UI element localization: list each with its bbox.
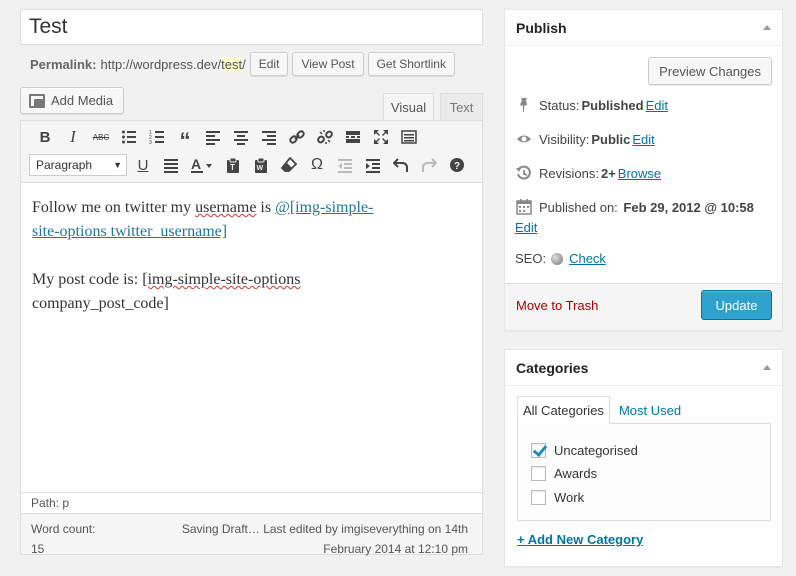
autosave-status: Saving Draft… Last edited by imgiseveryt… xyxy=(181,522,468,556)
update-button[interactable]: Update xyxy=(701,290,772,320)
eye-icon xyxy=(515,130,533,148)
post-editor: B I ABC 123 “ Paragraph ▼ U A T W Ω ? Fo… xyxy=(20,120,483,556)
published-on-row: Published on: Feb 29, 2012 @ 10:58 Edit xyxy=(515,198,754,235)
content-paragraph-1: Follow me on twitter my username is @[im… xyxy=(32,199,374,240)
editor-path: Path: p xyxy=(21,492,482,513)
blockquote-icon[interactable]: “ xyxy=(171,125,199,152)
indent-icon[interactable] xyxy=(359,153,387,177)
fullscreen-icon[interactable] xyxy=(367,125,395,149)
numbered-list-icon[interactable]: 123 xyxy=(143,125,171,149)
post-title-input[interactable]: Test xyxy=(20,9,483,45)
word-count: Word count: 15 xyxy=(31,522,96,556)
add-media-button[interactable]: Add Media xyxy=(20,87,125,114)
edit-status-link[interactable]: Edit xyxy=(646,98,668,113)
categories-box-title: Categories xyxy=(516,359,589,376)
bold-icon[interactable]: B xyxy=(31,125,59,149)
outdent-icon[interactable] xyxy=(331,153,359,177)
publish-box-title: Publish xyxy=(516,19,567,36)
permalink-label: Permalink: xyxy=(30,56,97,72)
insert-link-icon[interactable] xyxy=(283,125,311,149)
svg-text:W: W xyxy=(257,165,264,172)
category-item-work[interactable]: Work xyxy=(531,487,584,507)
svg-text:T: T xyxy=(230,163,235,172)
tab-visual[interactable]: Visual xyxy=(383,93,434,121)
editor-toolbar: B I ABC 123 “ Paragraph ▼ U A T W Ω ? xyxy=(21,121,482,183)
categories-box: Categories All Categories Most Used Unca… xyxy=(504,349,783,567)
category-tabs: All Categories Most Used xyxy=(517,396,686,424)
add-media-icon xyxy=(29,93,45,108)
seo-status-icon xyxy=(551,252,564,265)
tab-text[interactable]: Text xyxy=(440,93,483,121)
edit-visibility-link[interactable]: Edit xyxy=(632,132,654,147)
special-character-icon[interactable]: Ω xyxy=(303,153,331,177)
editor-statusbar: Word count: 15 Saving Draft… Last edited … xyxy=(21,513,482,556)
category-checklist: Uncategorised Awards Work xyxy=(517,423,771,521)
permalink-slug[interactable]: test xyxy=(221,56,243,72)
get-shortlink-button[interactable]: Get Shortlink xyxy=(367,52,455,76)
format-select-value: Paragraph xyxy=(36,158,93,172)
seo-check-link[interactable]: Check xyxy=(569,251,606,266)
browse-revisions-link[interactable]: Browse xyxy=(618,166,661,181)
visibility-row: Visibility: Public Edit xyxy=(515,130,655,148)
underline-icon[interactable]: U xyxy=(129,153,157,177)
collapse-arrow-icon[interactable] xyxy=(763,365,771,370)
permalink-bar: Permalink: http://wordpress.dev/test/ Ed… xyxy=(30,52,455,76)
svg-text:?: ? xyxy=(454,161,460,172)
chevron-down-icon: ▼ xyxy=(113,160,122,170)
preview-changes-button[interactable]: Preview Changes xyxy=(648,57,772,85)
publish-box-header[interactable]: Publish xyxy=(505,10,782,46)
edit-date-link[interactable]: Edit xyxy=(515,220,537,235)
svg-text:A: A xyxy=(191,157,201,172)
move-to-trash-link[interactable]: Move to Trash xyxy=(516,298,598,313)
pin-icon xyxy=(515,96,533,114)
checkbox[interactable] xyxy=(531,489,546,505)
toolbar-row-1: B I ABC 123 “ xyxy=(31,125,423,152)
align-left-icon[interactable] xyxy=(199,125,227,149)
svg-text:3: 3 xyxy=(149,140,152,145)
checkbox[interactable] xyxy=(531,465,546,481)
view-post-button[interactable]: View Post xyxy=(292,52,364,76)
collapse-arrow-icon[interactable] xyxy=(763,25,771,30)
strikethrough-icon[interactable]: ABC xyxy=(87,125,115,149)
add-media-label: Add Media xyxy=(51,93,114,108)
format-select[interactable]: Paragraph ▼ xyxy=(29,154,127,176)
italic-icon[interactable]: I xyxy=(59,125,87,149)
align-center-icon[interactable] xyxy=(227,125,255,149)
category-item-uncategorised[interactable]: Uncategorised xyxy=(531,440,638,460)
checkbox-checked[interactable] xyxy=(531,442,546,458)
categories-box-header[interactable]: Categories xyxy=(505,350,782,386)
help-icon[interactable]: ? xyxy=(443,153,471,177)
publish-actions: Move to Trash Update xyxy=(505,283,782,330)
toolbar-row-2: Paragraph ▼ U A T W Ω ? xyxy=(29,153,471,177)
permalink-url: http://wordpress.dev/test/ xyxy=(100,56,246,72)
tab-all-categories[interactable]: All Categories xyxy=(517,396,610,424)
unlink-icon[interactable] xyxy=(311,125,339,149)
category-item-awards[interactable]: Awards xyxy=(531,463,597,483)
edit-permalink-button[interactable]: Edit xyxy=(249,52,289,76)
clear-formatting-icon[interactable] xyxy=(275,153,303,177)
publish-box: Publish Preview Changes Status: Published… xyxy=(504,9,783,331)
text-color-icon[interactable]: A xyxy=(185,153,219,177)
status-row: Status: Published Edit xyxy=(515,96,668,114)
toolbar-toggle-icon[interactable] xyxy=(395,125,423,149)
revisions-row: Revisions: 2+ Browse xyxy=(515,164,661,182)
redo-icon[interactable] xyxy=(415,153,443,177)
tab-most-used[interactable]: Most Used xyxy=(614,396,686,424)
add-new-category-link[interactable]: + Add New Category xyxy=(517,532,643,547)
editor-content[interactable]: Follow me on twitter my username is @[im… xyxy=(32,196,452,340)
bullet-list-icon[interactable] xyxy=(115,125,143,149)
align-right-icon[interactable] xyxy=(255,125,283,149)
paste-as-text-icon[interactable]: T xyxy=(219,153,247,177)
content-paragraph-2: My post code is: [img-simple-site-option… xyxy=(32,271,301,312)
align-justify-icon[interactable] xyxy=(157,153,185,177)
seo-row: SEO: Check xyxy=(515,251,606,266)
read-more-icon[interactable] xyxy=(339,125,367,149)
undo-icon[interactable] xyxy=(387,153,415,177)
paste-from-word-icon[interactable]: W xyxy=(247,153,275,177)
calendar-icon xyxy=(515,198,533,216)
history-icon xyxy=(515,164,533,182)
